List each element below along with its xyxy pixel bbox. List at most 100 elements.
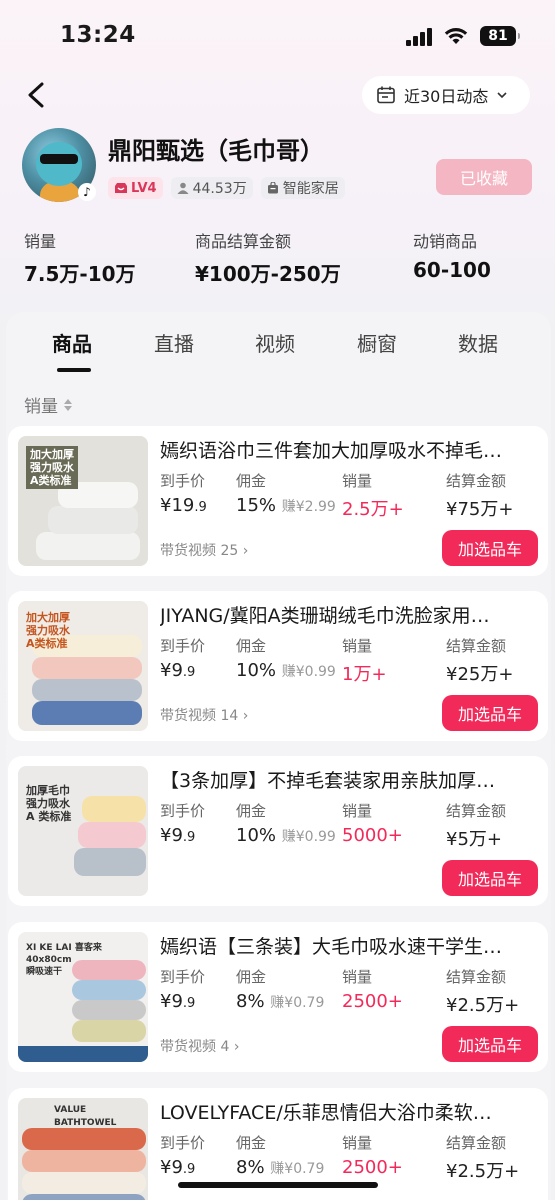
chevron-right-icon: › <box>233 1039 240 1055</box>
amount-value: ¥25万+ <box>446 664 514 685</box>
level-badge: LV4 <box>108 177 163 199</box>
tab-data[interactable]: 数据 <box>458 328 498 357</box>
collected-button[interactable]: 已收藏 <box>436 159 532 195</box>
col-commission: 佣金 10% 赚¥0.99 <box>236 800 336 846</box>
back-button[interactable] <box>22 80 52 110</box>
shop-bag-icon <box>267 182 278 194</box>
product-thumbnail[interactable]: 加厚毛巾 强力吸水 A 类标准 <box>18 766 148 896</box>
sales-value: 2.5万+ <box>342 499 404 520</box>
col-amount: 结算金额 ¥2.5万+ <box>446 1132 519 1183</box>
stat-settlement: 商品结算金额 ¥100万-250万 <box>195 228 341 287</box>
commission-rate: 10% <box>236 825 277 846</box>
col-amount: 结算金额 ¥75万+ <box>446 470 513 521</box>
category-tag: 智能家居 <box>260 177 345 199</box>
product-title: LOVELYFACE/乐菲思情侣大浴巾柔软… <box>160 1102 492 1124</box>
tab-window[interactable]: 橱窗 <box>357 328 397 357</box>
col-label: 结算金额 <box>446 637 507 655</box>
col-amount: 结算金额 ¥25万+ <box>446 635 513 686</box>
category-text: 智能家居 <box>282 181 339 197</box>
col-label: 佣金 <box>236 968 267 986</box>
product-card[interactable]: 加厚毛巾 强力吸水 A 类标准 【3条加厚】不掉毛套装家用亲肤加厚… 到手价 ¥… <box>8 756 548 906</box>
col-sales: 销量 2500+ <box>342 1132 403 1178</box>
commission-rate: 8% <box>236 991 265 1012</box>
chevron-right-icon: › <box>242 543 249 559</box>
add-to-selection-button[interactable]: 加选品车 <box>442 530 538 566</box>
tab-bar: 商品 直播 视频 橱窗 数据 <box>0 316 555 376</box>
video-link[interactable]: 带货视频 14 › <box>160 705 248 725</box>
price-int: ¥9 <box>160 1157 183 1178</box>
video-count: 带货视频 14 <box>160 708 239 724</box>
commission-earn: 赚¥0.79 <box>270 1161 325 1177</box>
product-thumbnail[interactable]: XI KE LAI 喜客来 40x80cm 瞬吸速干 <box>18 932 148 1062</box>
sales-value: 5000+ <box>342 825 403 846</box>
period-label: 近30日动态 <box>404 87 489 106</box>
commission-value: 10% 赚¥0.99 <box>236 660 336 681</box>
tab-live[interactable]: 直播 <box>154 328 194 357</box>
tab-products[interactable]: 商品 <box>52 328 92 357</box>
period-selector[interactable]: 近30日动态 <box>362 76 530 114</box>
col-price: 到手价 ¥9.9 <box>160 1132 205 1178</box>
video-count: 带货视频 4 <box>160 1039 230 1055</box>
col-label: 销量 <box>342 802 373 820</box>
price-dec: .9 <box>182 830 196 845</box>
col-amount: 结算金额 ¥2.5万+ <box>446 966 519 1017</box>
home-indicator[interactable] <box>178 1182 378 1188</box>
price-value: ¥19.9 <box>160 495 207 516</box>
sales-value: 2500+ <box>342 1157 403 1178</box>
stat-value: 60-100 <box>413 258 491 282</box>
commission-earn: 赚¥2.99 <box>281 499 336 515</box>
sort-label: 销量 <box>24 397 58 417</box>
shop-stats: 销量 7.5万-10万 商品结算金额 ¥100万-250万 动销商品 60-10… <box>0 228 555 288</box>
battery-icon: 81 <box>480 26 520 46</box>
commission-earn: 赚¥0.99 <box>281 829 336 845</box>
col-commission: 佣金 15% 赚¥2.99 <box>236 470 336 516</box>
product-thumbnail[interactable]: 加大加厚 强力吸水 A类标准 <box>18 601 148 731</box>
video-count: 带货视频 25 <box>160 543 239 559</box>
product-card[interactable]: 加大加厚 强力吸水 A类标准 JIYANG/冀阳A类珊瑚绒毛巾洗脸家用… 到手价… <box>8 591 548 741</box>
product-card[interactable]: 加大加厚 强力吸水 A类标准 嫣织语浴巾三件套加大加厚吸水不掉毛… 到手价 ¥1… <box>8 426 548 576</box>
col-label: 销量 <box>342 1134 373 1152</box>
amount-value: ¥2.5万+ <box>446 1161 520 1182</box>
col-label: 到手价 <box>160 472 206 490</box>
chevron-down-icon <box>497 92 507 99</box>
commission-rate: 10% <box>236 660 277 681</box>
col-label: 佣金 <box>236 637 267 655</box>
add-to-selection-button[interactable]: 加选品车 <box>442 860 538 896</box>
tab-videos[interactable]: 视频 <box>255 328 295 357</box>
commission-earn: 赚¥0.99 <box>281 664 336 680</box>
video-link[interactable]: 带货视频 25 › <box>160 540 248 560</box>
price-int: ¥19 <box>160 495 195 516</box>
price-dec: .9 <box>182 996 196 1011</box>
add-to-selection-button[interactable]: 加选品车 <box>442 1026 538 1062</box>
tiktok-icon: ♪ <box>78 183 96 201</box>
col-commission: 佣金 8% 赚¥0.79 <box>236 1132 324 1178</box>
product-card[interactable]: XI KE LAI 喜客来 40x80cm 瞬吸速干 嫣织语【三条装】大毛巾吸水… <box>8 922 548 1072</box>
thumbnail-text: VALUE BATHTOWEL <box>54 1105 117 1128</box>
chevron-right-icon: › <box>242 708 249 724</box>
sales-value: 1万+ <box>342 664 387 685</box>
product-thumbnail[interactable]: 加大加厚 强力吸水 A类标准 <box>18 436 148 566</box>
level-text: LV4 <box>131 180 157 196</box>
col-sales: 销量 2500+ <box>342 966 403 1012</box>
commission-earn: 赚¥0.79 <box>270 995 325 1011</box>
col-label: 结算金额 <box>446 1134 507 1152</box>
col-price: 到手价 ¥9.9 <box>160 966 205 1012</box>
price-dec: .9 <box>182 1162 196 1177</box>
col-label: 销量 <box>342 968 373 986</box>
product-title: 嫣织语浴巾三件套加大加厚吸水不掉毛… <box>160 440 503 462</box>
sort-sales[interactable]: 销量 <box>24 392 73 417</box>
product-thumbnail[interactable]: VALUE BATHTOWEL <box>18 1098 148 1200</box>
col-commission: 佣金 8% 赚¥0.79 <box>236 966 324 1012</box>
add-to-selection-button[interactable]: 加选品车 <box>442 695 538 731</box>
video-link[interactable]: 带货视频 4 › <box>160 1036 239 1056</box>
thumbnail-text: XI KE LAI 喜客来 40x80cm 瞬吸速干 <box>26 943 102 977</box>
tab-indicator <box>57 368 91 372</box>
price-value: ¥9.9 <box>160 1157 205 1178</box>
sales-value: 2500+ <box>342 991 403 1012</box>
col-sales: 销量 1万+ <box>342 635 387 686</box>
col-sales: 销量 2.5万+ <box>342 470 404 521</box>
col-label: 到手价 <box>160 802 206 820</box>
calendar-icon <box>377 86 395 104</box>
amount-value: ¥75万+ <box>446 499 514 520</box>
price-value: ¥9.9 <box>160 660 205 681</box>
